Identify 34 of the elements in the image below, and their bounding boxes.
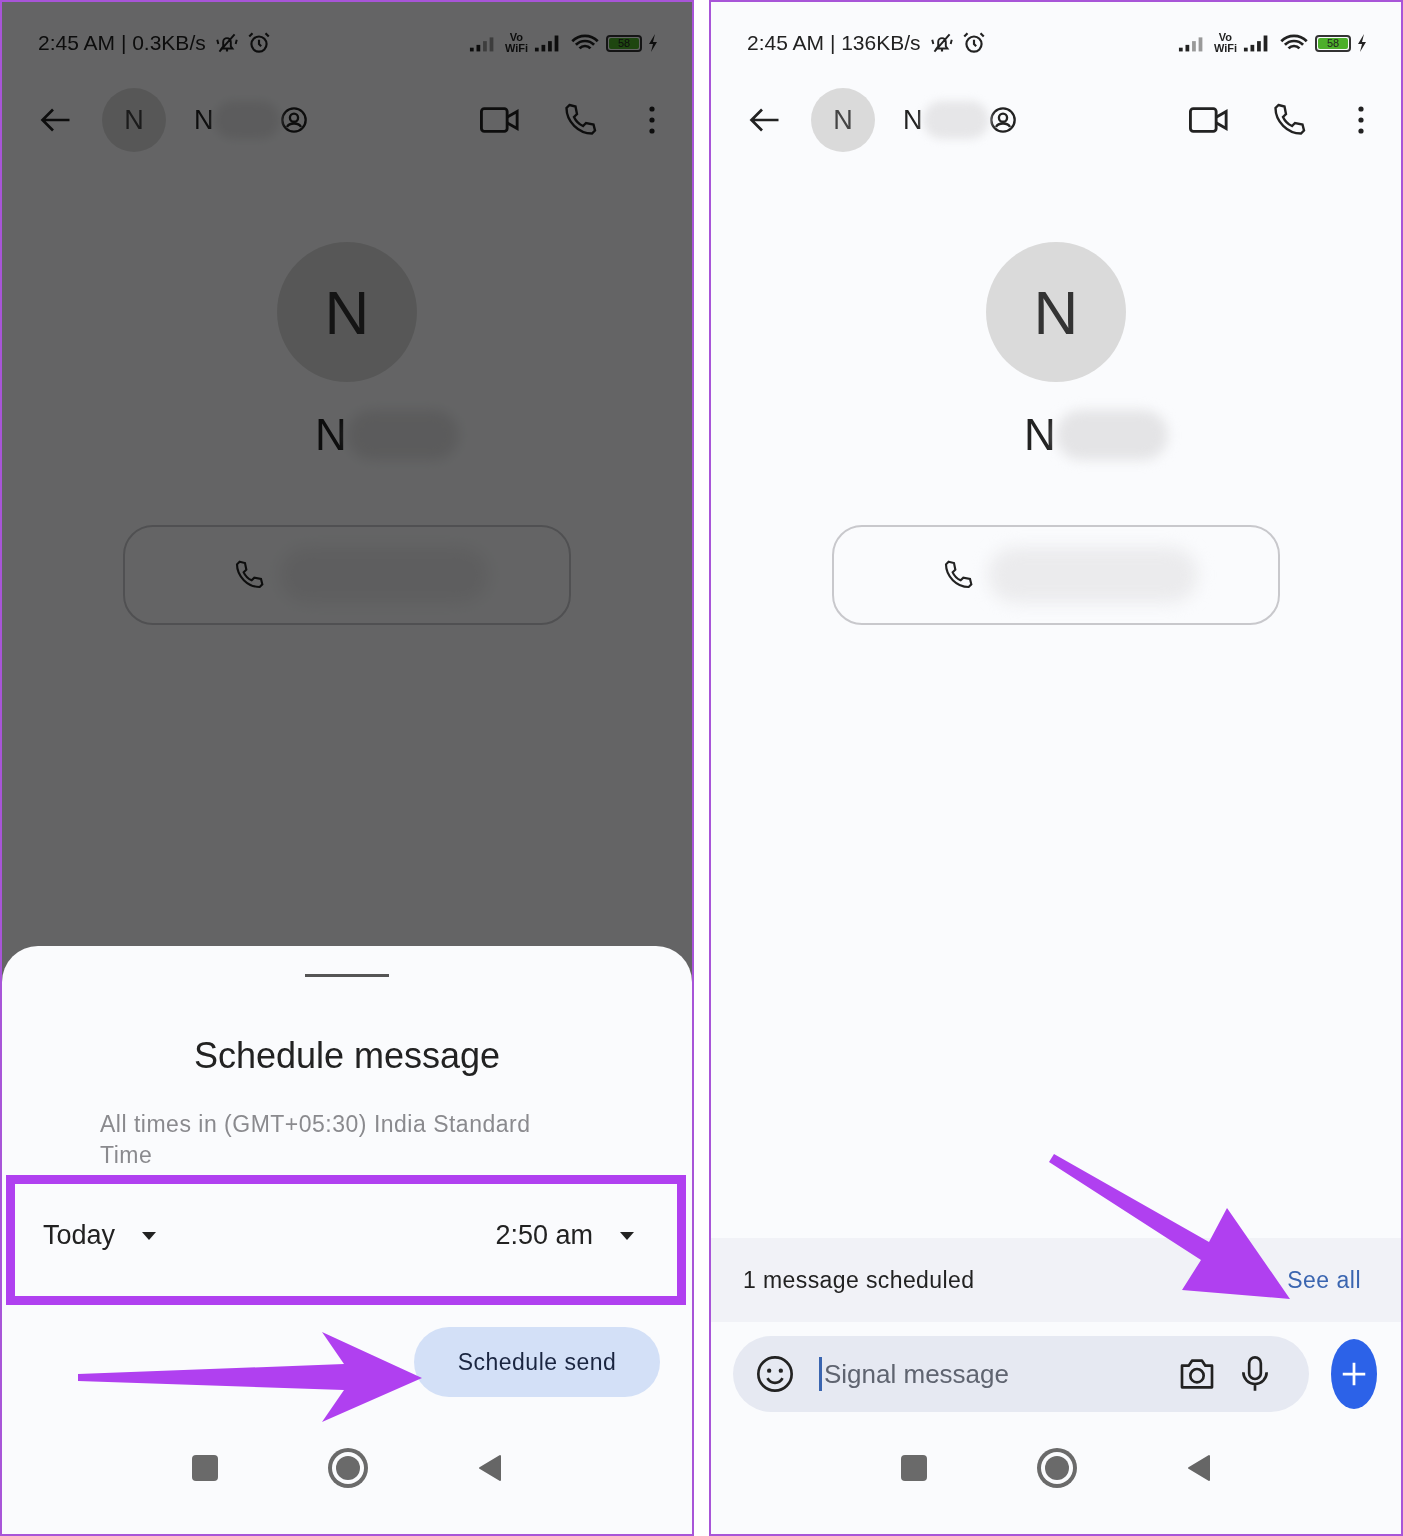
message-input[interactable]: Signal message xyxy=(822,1358,1159,1390)
contact-name[interactable]: N xyxy=(903,104,923,136)
dropdown-caret-icon xyxy=(619,1230,635,1241)
phone-icon xyxy=(942,559,974,591)
schedule-send-button[interactable]: Schedule send xyxy=(414,1327,660,1397)
charging-bolt-icon xyxy=(1357,33,1367,53)
sheet-title: Schedule message xyxy=(193,1035,501,1078)
vowifi-label: Vo WiFi xyxy=(1213,32,1237,54)
contact-avatar: N xyxy=(277,242,417,382)
profile-icon xyxy=(988,106,1017,134)
time-dropdown[interactable]: 2:50 am xyxy=(495,1220,635,1251)
contact-name: N xyxy=(1024,410,1056,460)
more-options-icon[interactable] xyxy=(1357,105,1365,135)
timezone-note: All times in (GMT+05:30) India Standard Time xyxy=(100,1110,532,1170)
back-button[interactable] xyxy=(1187,1454,1211,1482)
status-time: 2:45 AM | 136KB/s xyxy=(747,31,921,55)
see-all-link[interactable]: See all xyxy=(1287,1266,1361,1294)
scheduled-count: 1 message scheduled xyxy=(743,1266,975,1294)
charging-bolt-icon xyxy=(648,33,658,53)
phone-icon xyxy=(233,559,265,591)
status-time: 2:45 AM | 0.3KB/s xyxy=(38,31,206,55)
emoji-icon[interactable] xyxy=(755,1354,795,1394)
drag-handle[interactable] xyxy=(305,974,389,977)
redaction-blur xyxy=(922,101,989,139)
text-cursor xyxy=(819,1357,822,1391)
back-button[interactable] xyxy=(478,1454,502,1482)
contact-avatar[interactable]: N xyxy=(811,88,875,152)
profile-icon xyxy=(279,106,308,134)
contact-avatar: N xyxy=(986,242,1126,382)
vowifi-label: Vo WiFi xyxy=(504,32,528,54)
battery-level: 58 xyxy=(1318,37,1348,49)
contact-name: N xyxy=(315,410,347,460)
date-dropdown[interactable]: Today xyxy=(43,1220,158,1251)
dropdown-caret-icon xyxy=(141,1230,158,1241)
